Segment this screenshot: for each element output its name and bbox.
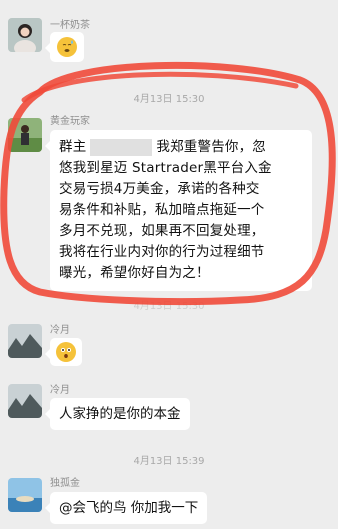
surprised-face-emoji	[56, 342, 76, 362]
timestamp: 4月13日 15:30	[133, 301, 205, 312]
message-row: 一杯奶茶	[0, 0, 338, 70]
timestamp: 4月13日 15:39	[133, 456, 205, 467]
message-bubble[interactable]: @会飞的鸟 你加我一下	[44, 492, 208, 524]
sender-name: 独孤金	[50, 478, 80, 489]
message-bubble[interactable]: 群主 我郑重警告你，忽 悠我到星迈 Startrader黑平台入金 交易亏损4万美…	[45, 130, 312, 291]
message-line: 群主 我郑重警告你，忽	[59, 137, 303, 158]
avatar-photo	[8, 324, 42, 358]
message-row: 独孤金 @会飞的鸟 你加我一下	[0, 470, 338, 529]
avatar-photo	[8, 478, 42, 512]
sender-name: 黄金玩家	[50, 116, 90, 127]
avatar-photo	[8, 18, 42, 52]
sweat-face-emoji	[57, 37, 77, 57]
message-text: 群主	[59, 139, 87, 155]
message-line: 曝光，希望你好自为之！	[59, 265, 210, 281]
message-bubble[interactable]: 人家挣的是你的本金	[45, 398, 190, 430]
avatar[interactable]	[8, 118, 42, 152]
message-bubble[interactable]	[45, 32, 84, 62]
avatar-photo	[8, 118, 42, 152]
message-line: 悠我到星迈 Startrader黑平台入金	[59, 160, 272, 176]
redacted-name	[90, 138, 153, 156]
message-row: 冷月	[0, 318, 338, 370]
message-text: 人家挣的是你的本金	[59, 406, 181, 422]
sender-name: 一杯奶茶	[50, 20, 90, 31]
message-line: 交易亏损4万美金，承诺的各种交	[59, 181, 260, 197]
avatar[interactable]	[8, 324, 42, 358]
avatar[interactable]	[8, 384, 42, 418]
message-line: 多月不兑现，如果再不回复处理，	[59, 223, 265, 239]
message-row: 黄金玩家 群主 我郑重警告你，忽 悠我到星迈 Startrader黑平台入金 交易…	[0, 108, 338, 291]
message-text: @会飞的鸟 你加我一下	[59, 500, 199, 516]
message-bubble[interactable]	[45, 338, 82, 366]
sender-name: 冷月	[50, 385, 70, 396]
message-line: 易条件和补贴，私加暗点拖延一个	[59, 202, 265, 218]
timestamp: 4月13日 15:30	[133, 94, 205, 105]
message-text: 我郑重警告你，忽	[156, 139, 267, 155]
message-row: 冷月 人家挣的是你的本金	[0, 378, 338, 438]
avatar-photo	[8, 384, 42, 418]
avatar[interactable]	[8, 478, 42, 512]
sender-name: 冷月	[50, 325, 70, 336]
message-line: 我将在行业内对你的行为过程细节	[59, 244, 265, 260]
avatar[interactable]	[8, 18, 42, 52]
